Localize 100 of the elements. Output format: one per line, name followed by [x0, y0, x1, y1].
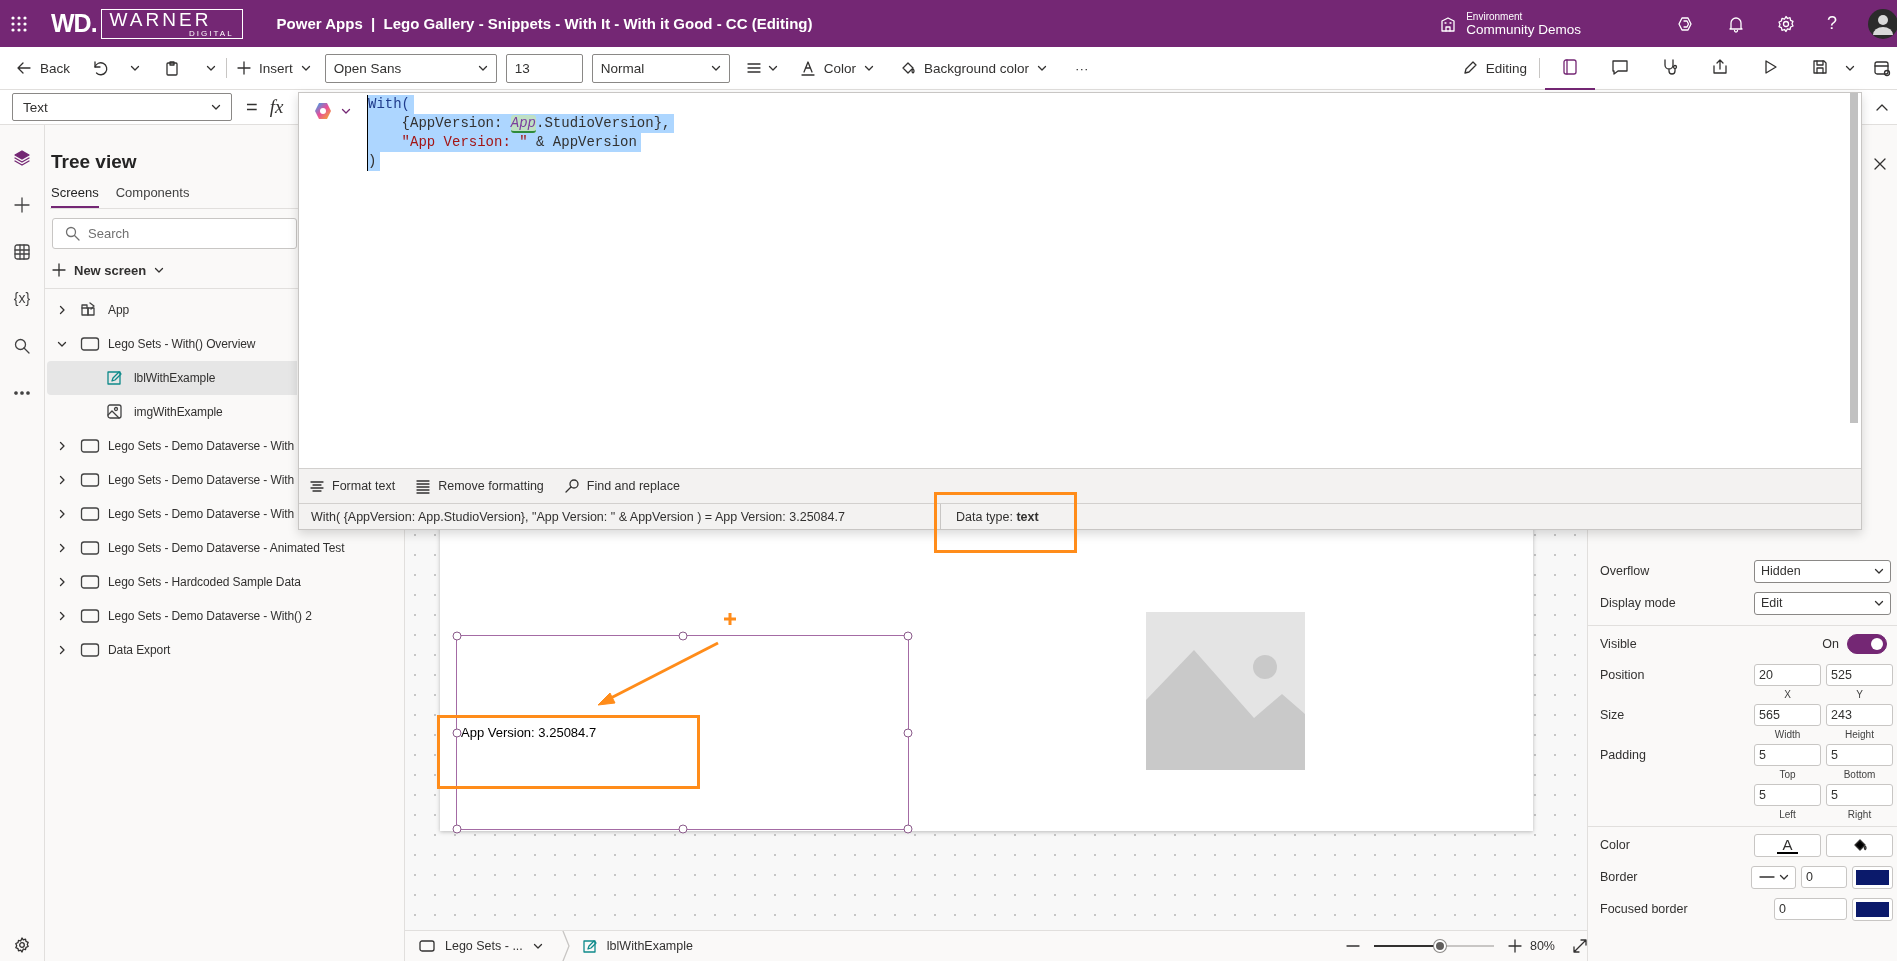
chevron-right-icon[interactable] — [57, 611, 67, 621]
zoom-slider[interactable] — [1373, 938, 1494, 954]
chevron-down-icon[interactable] — [1845, 63, 1855, 73]
insert-button[interactable]: Insert — [237, 53, 311, 83]
number-field[interactable]: 243 — [1826, 704, 1893, 726]
breadcrumb-item[interactable]: lblWithExample — [582, 939, 693, 953]
resize-handle[interactable] — [678, 631, 687, 641]
undo-icon[interactable] — [92, 60, 108, 76]
back-button[interactable]: Back — [16, 53, 70, 83]
chevron-down-icon — [864, 63, 875, 73]
format-text-button[interactable]: Format text — [305, 478, 400, 494]
resize-handle[interactable] — [903, 631, 913, 641]
color-swatch[interactable] — [1852, 865, 1893, 889]
property-dropdown[interactable]: Edit — [1754, 591, 1891, 615]
property-label: Overflow — [1600, 564, 1651, 578]
avatar[interactable] — [1867, 7, 1897, 40]
property-dropdown[interactable]: Hidden — [1754, 559, 1891, 583]
font-dropdown[interactable]: Open Sans — [324, 53, 497, 83]
tree-item[interactable]: App — [47, 293, 297, 327]
number-field[interactable]: 0 — [1801, 866, 1847, 888]
layers-icon[interactable] — [13, 149, 31, 167]
toggle-switch[interactable] — [1847, 634, 1887, 654]
chevron-down-icon[interactable] — [130, 63, 140, 73]
remove-formatting-button[interactable]: Remove formatting — [411, 478, 548, 494]
number-field[interactable]: 5 — [1826, 784, 1893, 806]
chevron-right-icon[interactable] — [57, 645, 67, 655]
resize-handle[interactable] — [452, 728, 462, 737]
tree-item[interactable]: Data Export — [47, 633, 297, 667]
paste-icon[interactable] — [164, 60, 180, 76]
more-button[interactable]: ··· — [1075, 53, 1089, 83]
paint-bucket-icon[interactable] — [1852, 838, 1867, 852]
chevron-down-icon[interactable] — [341, 106, 351, 116]
chevron-right-icon[interactable] — [57, 509, 67, 519]
screen-dropdown[interactable]: Lego Sets - ... — [419, 939, 543, 953]
help-icon[interactable]: ? — [1827, 13, 1837, 34]
text-color-icon — [799, 60, 816, 76]
font-size-field[interactable]: 13 — [505, 53, 583, 83]
number-field[interactable]: 525 — [1826, 664, 1893, 686]
calendar-settings-icon[interactable] — [1873, 59, 1891, 77]
chevron-down-icon — [477, 63, 488, 73]
screen-icon — [80, 505, 100, 523]
resize-handle[interactable] — [678, 824, 687, 834]
number-field[interactable]: 5 — [1826, 744, 1893, 766]
pencil-icon — [1461, 60, 1478, 76]
resize-handle[interactable] — [903, 728, 913, 737]
line-style-dropdown[interactable] — [1751, 865, 1796, 889]
plus-icon[interactable] — [13, 196, 31, 214]
app-launcher-icon[interactable] — [11, 15, 27, 32]
property-label: Position — [1600, 667, 1646, 682]
fit-to-screen-icon[interactable] — [1573, 939, 1587, 953]
find-replace-button[interactable]: Find and replace — [559, 478, 684, 494]
tree-item[interactable]: Lego Sets - Hardcoded Sample Data — [47, 565, 301, 599]
environment-name[interactable]: Community Demos — [1466, 21, 1581, 37]
tree-item[interactable]: Lego Sets - Demo Dataverse - With — [47, 463, 297, 497]
chevron-down-icon[interactable] — [57, 339, 67, 349]
number-field[interactable]: 20 — [1754, 664, 1821, 686]
text-color-button[interactable]: A — [1754, 833, 1821, 857]
variables-icon[interactable]: {x} — [13, 290, 31, 306]
chevron-right-icon[interactable] — [57, 305, 67, 315]
settings-icon[interactable] — [14, 937, 30, 953]
resize-handle[interactable] — [903, 824, 913, 834]
scrollbar[interactable] — [1850, 93, 1858, 423]
chevron-right-icon[interactable] — [57, 475, 67, 485]
background-color-button[interactable]: Background color — [900, 53, 1048, 83]
tree-item[interactable]: Lego Sets - With() Overview — [47, 327, 297, 361]
font-weight-dropdown[interactable]: Normal — [591, 53, 730, 83]
number-field[interactable]: 0 — [1774, 898, 1847, 920]
tree-item[interactable]: imgWithExample — [47, 395, 297, 429]
bell-icon[interactable] — [1727, 14, 1745, 33]
chevron-down-icon — [1874, 566, 1884, 576]
color-swatch[interactable] — [1852, 897, 1893, 921]
close-icon[interactable] — [1873, 157, 1887, 171]
tree-item[interactable]: Lego Sets - Demo Dataverse - With — [47, 429, 297, 463]
chevron-right-icon[interactable] — [57, 441, 67, 451]
tree-item[interactable]: Lego Sets - Demo Dataverse - Animated Test — [47, 531, 345, 565]
tree-item[interactable]: lblWithExample — [47, 361, 297, 395]
chevron-down-icon[interactable] — [767, 63, 778, 73]
chevron-down-icon[interactable] — [206, 63, 216, 73]
property-dropdown[interactable]: Text — [12, 93, 232, 121]
editing-button[interactable]: Editing — [1461, 53, 1527, 83]
number-field[interactable]: 565 — [1754, 704, 1821, 726]
chevron-right-icon[interactable] — [57, 577, 67, 587]
field-caption: Height — [1845, 729, 1874, 740]
search-field[interactable]: Search — [52, 218, 297, 249]
align-icon[interactable] — [745, 60, 762, 76]
color-button[interactable]: Color — [799, 53, 875, 83]
tab[interactable]: Screens — [51, 181, 99, 208]
number-field[interactable]: 5 — [1754, 784, 1821, 806]
resize-handle[interactable] — [452, 824, 462, 834]
chevron-right-icon[interactable] — [57, 543, 67, 553]
number-field[interactable]: 5 — [1754, 744, 1821, 766]
table-icon[interactable] — [13, 243, 31, 261]
tab[interactable]: Components — [115, 181, 190, 208]
search-icon[interactable] — [13, 337, 31, 355]
resize-handle[interactable] — [452, 631, 462, 641]
copilot-icon[interactable] — [313, 101, 333, 121]
zoom-in-icon[interactable] — [1507, 939, 1522, 953]
new-screen-button[interactable]: New screen — [52, 255, 165, 285]
tree-item[interactable]: Lego Sets - Demo Dataverse - With — [47, 497, 297, 531]
tree-item[interactable]: Lego Sets - Demo Dataverse - With() 2 — [47, 599, 312, 633]
